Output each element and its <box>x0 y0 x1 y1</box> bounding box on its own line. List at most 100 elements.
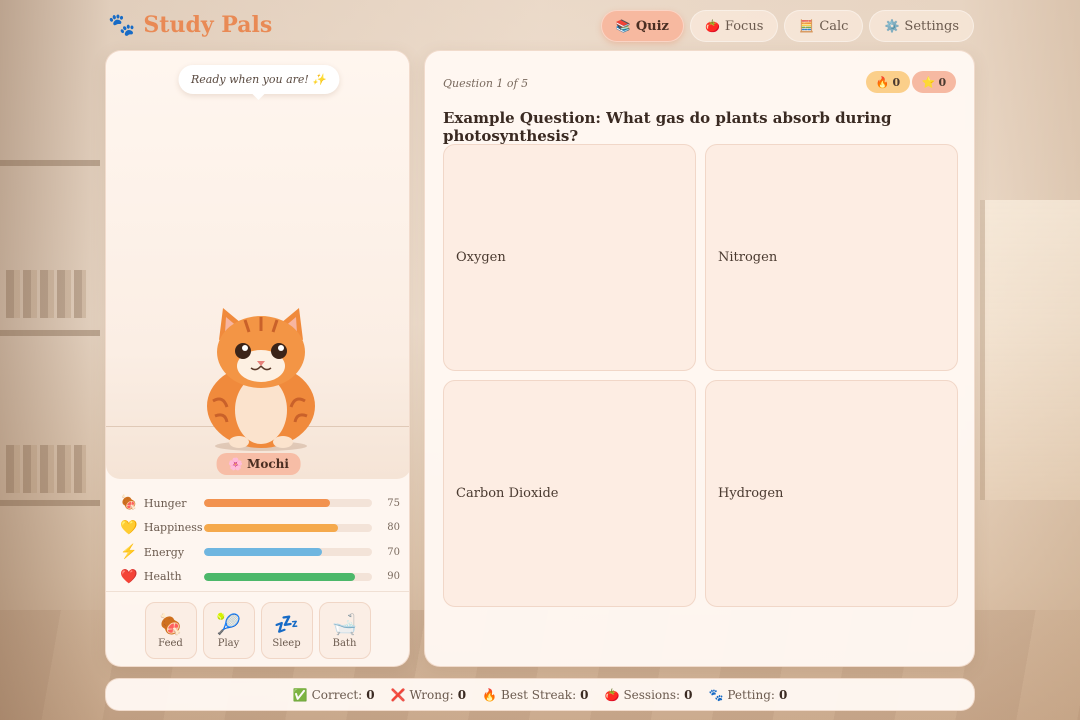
fire-icon: 🔥 <box>875 75 890 89</box>
stat-bar <box>203 499 373 508</box>
tab-settings[interactable]: ⚙️ Settings <box>869 10 974 42</box>
stat-value: 70 <box>387 546 400 558</box>
fire-icon: 🔥 <box>482 687 498 702</box>
answer-option[interactable]: Nitrogen <box>705 144 958 371</box>
stat-label: Hunger <box>143 496 187 510</box>
stars-value: 0 <box>938 75 947 89</box>
pet-name: Mochi <box>247 457 289 471</box>
quiz-panel: Question 1 of 5 🔥 0 ⭐ 0 Example Question… <box>424 50 975 667</box>
footer-value: 0 <box>366 687 375 702</box>
tennis-racket-icon: 🎾 <box>216 611 241 636</box>
footer-label: Best Streak: <box>501 687 577 702</box>
main-nav: 📚 Quiz 🍅 Focus 🧮 Calc ⚙️ Settings <box>600 10 974 42</box>
answer-option[interactable]: Carbon Dioxide <box>443 380 696 607</box>
answer-option[interactable]: Hydrogen <box>705 380 958 607</box>
meat-icon: 🍖 <box>120 495 138 512</box>
stat-value: 80 <box>387 522 400 534</box>
background-shelf <box>0 500 100 506</box>
tomato-icon: 🍅 <box>704 19 720 33</box>
background-shelf <box>0 330 100 336</box>
stat-sessions: 🍅 Sessions: 0 <box>604 688 692 702</box>
tab-label: Calc <box>819 18 849 34</box>
tab-focus[interactable]: 🍅 Focus <box>689 10 779 42</box>
footer-value: 0 <box>778 687 788 702</box>
yellow-heart-icon: 💛 <box>120 519 138 536</box>
footer-label: Petting: <box>727 687 775 702</box>
tomato-icon: 🍅 <box>604 687 620 702</box>
answer-option[interactable]: Oxygen <box>443 144 696 371</box>
stat-bar <box>203 572 373 581</box>
check-icon: ✅ <box>292 687 308 702</box>
stat-hunger: 🍖 Hunger 75 <box>120 491 400 516</box>
bathtub-icon: 🛁 <box>332 611 357 636</box>
tab-label: Quiz <box>635 18 669 34</box>
abacus-icon: 🧮 <box>799 19 815 33</box>
footer-label: Correct: <box>311 687 363 702</box>
pet-stats: 🍖 Hunger 75 💛 Happiness 80 ⚡ Energy 70 ❤… <box>120 491 400 589</box>
footer-label: Wrong: <box>409 687 454 702</box>
stat-value: 75 <box>387 497 400 509</box>
background-books <box>6 270 86 318</box>
stat-bar <box>203 523 373 532</box>
gear-icon: ⚙️ <box>884 19 900 33</box>
pet-actions: 🍖 Feed 🎾 Play 💤 Sleep 🛁 Bath <box>106 602 409 659</box>
flower-icon: 🌸 <box>228 457 244 471</box>
pet-panel: Ready when you are! ✨ 🌸 Mochi 🍖 Hunger 7… <box>105 50 410 667</box>
tab-label: Settings <box>904 18 959 34</box>
meat-icon: 🍖 <box>158 611 183 636</box>
lightning-icon: ⚡ <box>120 544 138 561</box>
answer-grid: Oxygen Nitrogen Carbon Dioxide Hydrogen <box>443 144 958 607</box>
stat-health: ❤️ Health 90 <box>120 565 400 590</box>
stat-petting: 🐾 Petting: 0 <box>708 688 787 702</box>
paw-icon: 🐾 <box>708 687 724 702</box>
footer-value: 0 <box>684 687 693 702</box>
stat-correct: ✅ Correct: 0 <box>293 688 375 702</box>
tab-quiz[interactable]: 📚 Quiz <box>600 10 684 42</box>
stat-label: Energy <box>143 545 185 559</box>
tab-calc[interactable]: 🧮 Calc <box>784 10 864 42</box>
stat-energy: ⚡ Energy 70 <box>120 540 400 565</box>
red-heart-icon: ❤️ <box>120 568 138 585</box>
books-icon: 📚 <box>615 19 631 33</box>
action-label: Bath <box>332 637 357 649</box>
stat-happiness: 💛 Happiness 80 <box>120 516 400 541</box>
bath-button[interactable]: 🛁 Bath <box>318 602 371 659</box>
pet-name-badge: 🌸 Mochi <box>216 453 301 475</box>
footer-value: 0 <box>580 687 589 702</box>
pet-cat[interactable] <box>201 306 321 451</box>
brand: 🐾 Study Pals <box>108 12 272 38</box>
app-title: Study Pals <box>143 12 273 38</box>
stat-wrong: ❌ Wrong: 0 <box>391 688 467 702</box>
background-books <box>6 445 86 493</box>
paw-icon: 🐾 <box>108 12 136 38</box>
stat-bar-fill <box>203 548 322 557</box>
streak-value: 0 <box>892 75 901 89</box>
stat-value: 90 <box>387 571 400 583</box>
session-stats-bar: ✅ Correct: 0 ❌ Wrong: 0 🔥 Best Streak: 0… <box>105 678 975 711</box>
stat-label: Health <box>143 570 182 584</box>
background-shelf <box>0 160 100 166</box>
feed-button[interactable]: 🍖 Feed <box>144 602 197 659</box>
stat-bar-fill <box>203 572 356 581</box>
pet-stage: Ready when you are! ✨ 🌸 Mochi <box>106 51 409 479</box>
star-icon: ⭐ <box>921 75 936 89</box>
zzz-icon: 💤 <box>274 611 299 636</box>
streak-badge: 🔥 0 <box>866 71 910 93</box>
stat-bar <box>203 548 373 557</box>
action-label: Sleep <box>272 637 301 649</box>
action-label: Play <box>217 637 240 649</box>
question-text: Example Question: What gas do plants abs… <box>443 109 892 145</box>
sleep-button[interactable]: 💤 Sleep <box>260 602 313 659</box>
footer-value: 0 <box>457 687 467 702</box>
stat-label: Happiness <box>143 521 203 535</box>
play-button[interactable]: 🎾 Play <box>202 602 255 659</box>
stars-badge: ⭐ 0 <box>912 71 956 93</box>
divider <box>106 591 409 592</box>
footer-label: Sessions: <box>623 687 681 702</box>
action-label: Feed <box>158 637 183 649</box>
stat-best-streak: 🔥 Best Streak: 0 <box>482 688 588 702</box>
stat-bar-fill <box>203 499 330 508</box>
stat-bar-fill <box>203 523 339 532</box>
speech-bubble: Ready when you are! ✨ <box>177 65 340 100</box>
question-counter: Question 1 of 5 <box>443 77 529 90</box>
